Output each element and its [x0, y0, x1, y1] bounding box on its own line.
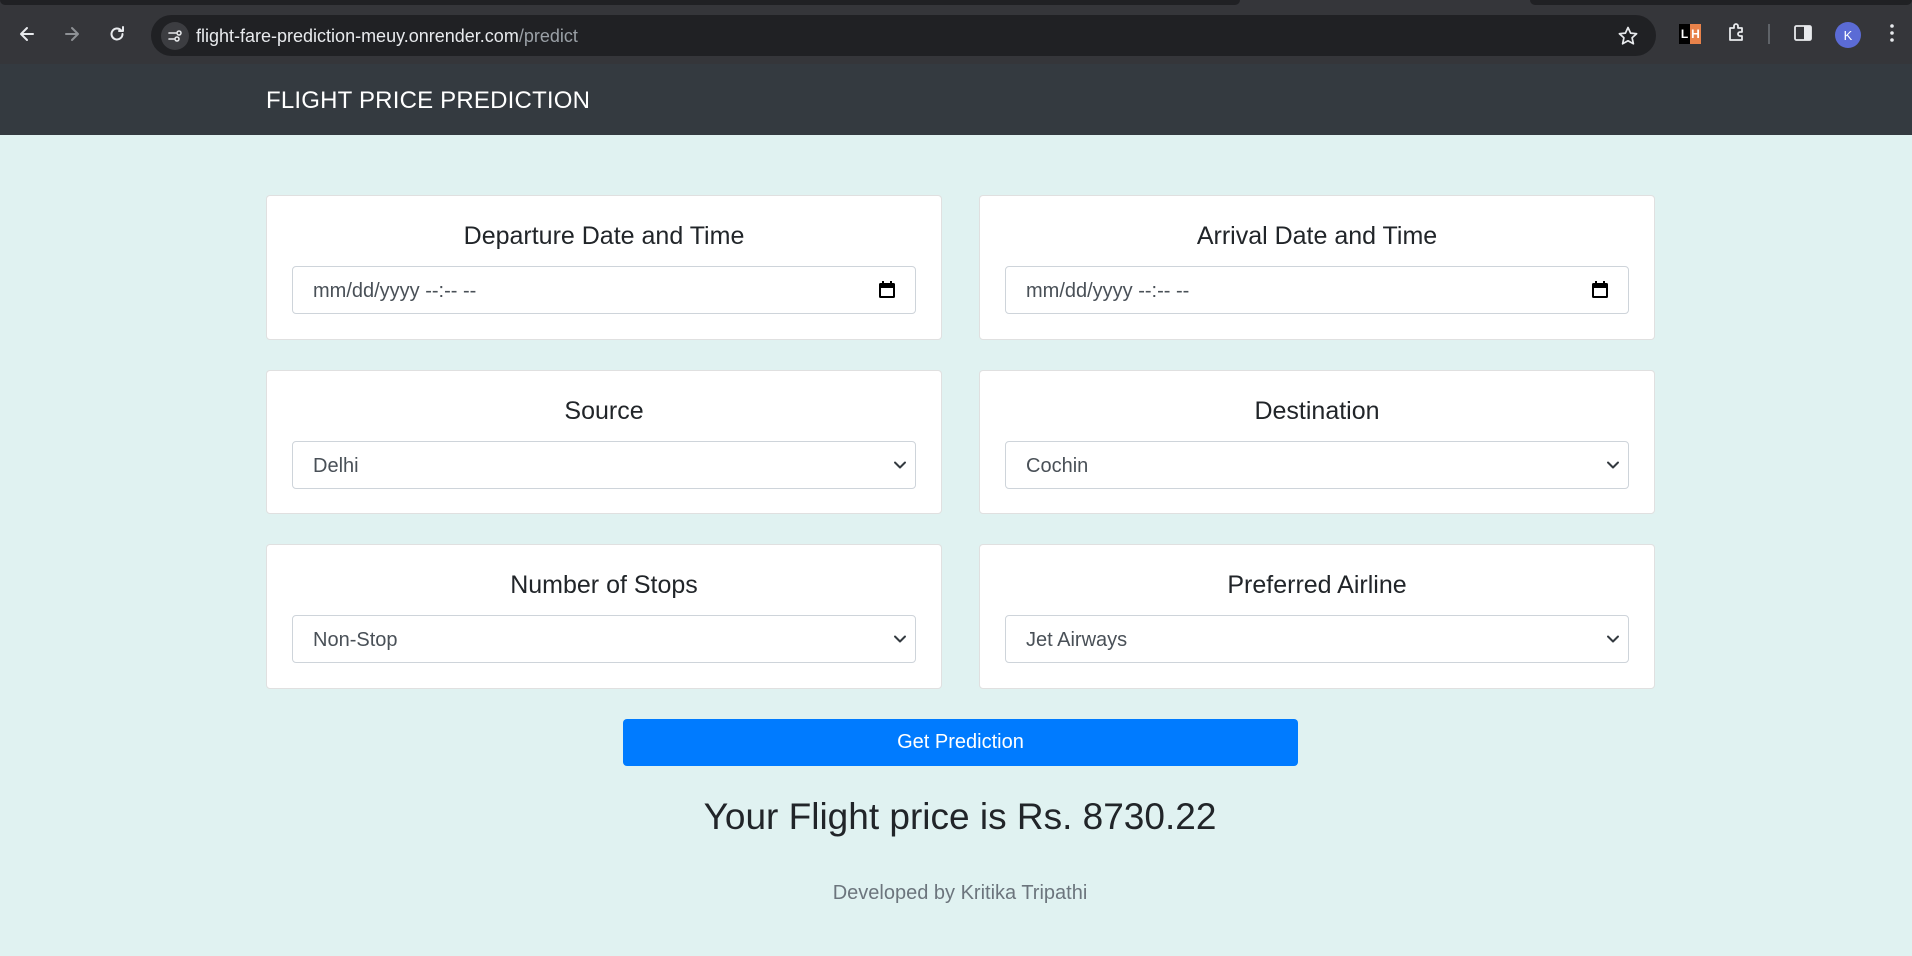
- tab-strip: [0, 0, 1912, 5]
- stops-selected-value: Non-Stop: [313, 629, 398, 651]
- stops-label: Number of Stops: [510, 571, 698, 599]
- source-select[interactable]: Delhi: [292, 441, 916, 489]
- destination-label: Destination: [1254, 397, 1380, 425]
- extensions-puzzle-icon[interactable]: [1725, 21, 1749, 45]
- forward-button[interactable]: [57, 19, 87, 49]
- stops-card: Number of Stops Non-Stop: [266, 544, 942, 689]
- chevron-down-icon: [894, 461, 906, 469]
- departure-placeholder: mm/dd/yyyy --:-- --: [313, 280, 477, 302]
- arrival-label: Arrival Date and Time: [1196, 222, 1438, 250]
- lighthouse-extension-icon[interactable]: L H: [1679, 24, 1701, 44]
- airline-selected-value: Jet Airways: [1026, 629, 1128, 651]
- source-label: Source: [564, 397, 644, 425]
- reload-icon: [110, 26, 124, 41]
- departure-datetime-input[interactable]: mm/dd/yyyy --:-- --: [292, 266, 916, 314]
- toolbar-divider: [1768, 24, 1770, 44]
- app-navbar: FLIGHT PRICE PREDICTION: [0, 64, 1912, 135]
- site-info-icon[interactable]: [161, 22, 189, 50]
- address-bar[interactable]: flight-fare-prediction-meuy.onrender.com…: [151, 15, 1656, 56]
- url-text[interactable]: flight-fare-prediction-meuy.onrender.com…: [196, 26, 578, 47]
- footer-credit: Developed by Kritika Tripathi: [832, 882, 1088, 904]
- departure-card: Departure Date and Time mm/dd/yyyy --:--…: [266, 195, 942, 340]
- destination-select[interactable]: Cochin: [1005, 441, 1629, 489]
- prediction-result: Your Flight price is Rs. 8730.22: [703, 796, 1217, 837]
- calendar-icon[interactable]: [877, 280, 897, 300]
- chevron-down-icon: [1607, 461, 1619, 469]
- arrival-placeholder: mm/dd/yyyy --:-- --: [1026, 280, 1190, 302]
- arrow-left-icon: [20, 27, 34, 41]
- chevron-down-icon: [894, 635, 906, 643]
- airline-select[interactable]: Jet Airways: [1005, 615, 1629, 663]
- get-prediction-button[interactable]: Get Prediction: [623, 719, 1298, 766]
- arrival-datetime-input[interactable]: mm/dd/yyyy --:-- --: [1005, 266, 1629, 314]
- stops-select[interactable]: Non-Stop: [292, 615, 916, 663]
- arrow-right-icon: [65, 27, 79, 41]
- source-card: Source Delhi: [266, 370, 942, 514]
- calendar-icon[interactable]: [1590, 280, 1610, 300]
- destination-card: Destination Cochin: [979, 370, 1655, 514]
- browser-toolbar: flight-fare-prediction-meuy.onrender.com…: [0, 0, 1912, 64]
- side-panel-icon[interactable]: [1791, 21, 1815, 45]
- destination-selected-value: Cochin: [1026, 455, 1089, 477]
- back-button[interactable]: [12, 19, 42, 49]
- arrival-card: Arrival Date and Time mm/dd/yyyy --:-- -…: [979, 195, 1655, 340]
- more-menu-icon[interactable]: [1880, 21, 1904, 45]
- departure-label: Departure Date and Time: [463, 222, 745, 250]
- airline-label: Preferred Airline: [1227, 571, 1407, 599]
- navbar-brand[interactable]: FLIGHT PRICE PREDICTION: [266, 87, 590, 115]
- airline-card: Preferred Airline Jet Airways: [979, 544, 1655, 689]
- source-selected-value: Delhi: [313, 455, 359, 477]
- reload-button[interactable]: [102, 19, 132, 49]
- bookmark-star-icon[interactable]: [1616, 24, 1640, 48]
- profile-avatar[interactable]: K: [1835, 22, 1861, 48]
- chevron-down-icon: [1607, 635, 1619, 643]
